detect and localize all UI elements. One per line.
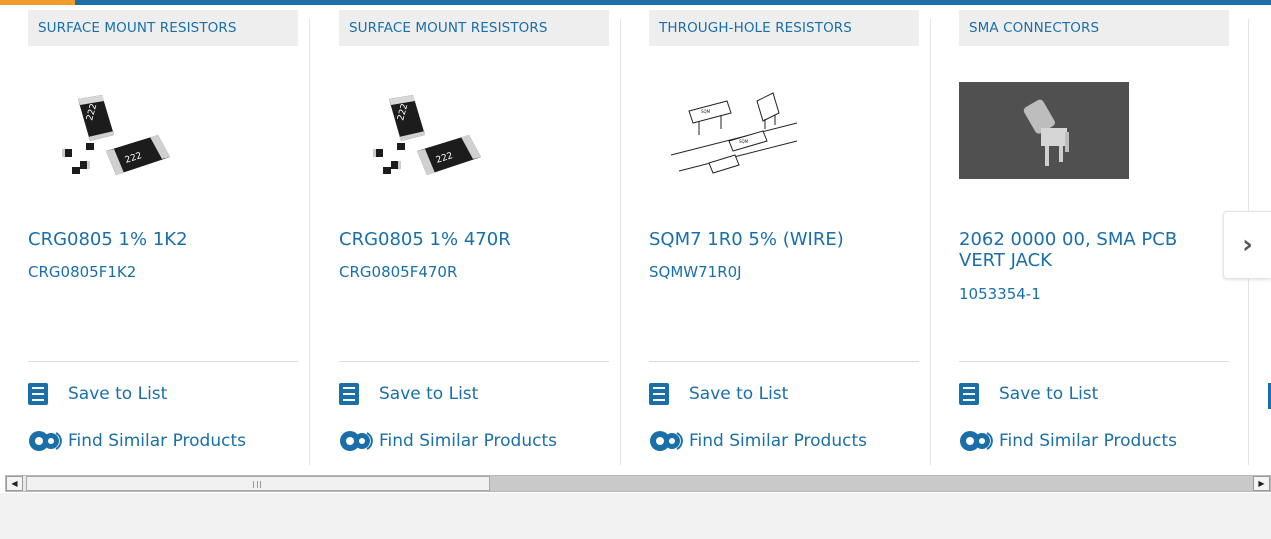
chevron-right-icon: › [1242,230,1253,260]
scrollbar-track[interactable] [490,476,1253,491]
find-similar-button[interactable]: Find Similar Products [649,429,867,453]
save-to-list-label: Save to List [379,384,479,404]
product-name-link[interactable]: 2062 0000 00, SMA PCB VERT JACK [959,229,1209,271]
product-card: SMA CONNECTORS 2062 0000 00, SMA PCB VER… [931,5,1241,465]
part-number-link[interactable]: SQMW71R0J [649,263,742,281]
category-label[interactable]: THROUGH-HOLE RESISTORS [649,10,919,46]
find-similar-button[interactable]: Find Similar Products [28,429,246,453]
divider [649,361,919,362]
save-to-list-button[interactable]: Save to List [28,383,167,405]
list-check-icon [28,383,48,405]
find-similar-label: Find Similar Products [689,431,867,451]
product-name-link[interactable]: SQM7 1R0 5% (WIRE) [649,229,899,250]
grip-icon [253,481,261,488]
product-name-link[interactable]: CRG0805 1% 470R [339,229,589,250]
save-to-list-label: Save to List [68,384,168,404]
part-number-link[interactable]: CRG0805F1K2 [28,263,136,281]
save-to-list-button[interactable]: Save to List [959,383,1098,405]
scroll-left-button[interactable]: ◀ [6,476,23,491]
gears-icon [650,431,683,451]
product-card: SURFACE MOUNT RESISTORS 222 222 CRG0805 … [0,5,310,465]
save-to-list-button[interactable]: Save to List [649,383,788,405]
horizontal-scrollbar[interactable]: ◀ ▶ [5,475,1271,492]
divider [959,361,1229,362]
divider [28,361,298,362]
svg-text:SQM: SQM [701,109,711,114]
list-check-icon [959,383,979,405]
divider [339,361,609,362]
category-label[interactable]: SMA CONNECTORS [959,10,1229,46]
part-number-link[interactable]: 1053354-1 [959,285,1041,303]
gears-icon [29,431,62,451]
product-name-link[interactable]: CRG0805 1% 1K2 [28,229,278,250]
wirewound-resistor-drawing[interactable]: SQM SQM [669,83,799,183]
find-similar-label: Find Similar Products [68,431,246,451]
category-label[interactable]: SURFACE MOUNT RESISTORS [28,10,298,46]
part-number-link[interactable]: CRG0805F470R [339,263,457,281]
product-card: THROUGH-HOLE RESISTORS SQM SQM SQM7 1R0 … [621,5,931,465]
save-to-list-label: Save to List [999,384,1099,404]
find-similar-label: Find Similar Products [999,431,1177,451]
gears-icon [960,431,993,451]
sma-connector-photo[interactable] [959,82,1129,179]
category-label[interactable]: SURFACE MOUNT RESISTORS [339,10,609,46]
scroll-right-button[interactable]: ▶ [1253,476,1270,491]
list-check-icon [339,383,359,405]
gears-icon [340,431,373,451]
list-check-icon [649,383,669,405]
save-to-list-button[interactable]: Save to List [339,383,478,405]
product-carousel: SURFACE MOUNT RESISTORS 222 222 CRG0805 … [0,5,1271,475]
smd-resistor-image[interactable]: 222 222 [359,83,489,183]
save-to-list-label: Save to List [689,384,789,404]
find-similar-label: Find Similar Products [379,431,557,451]
find-similar-button[interactable]: Find Similar Products [339,429,557,453]
arrow-left-icon: ◀ [11,479,18,488]
card-divider [309,19,310,465]
scrollbar-thumb[interactable] [26,476,490,491]
product-card: SURFACE MOUNT RESISTORS 222 222 CRG0805 … [311,5,621,465]
smd-resistor-image[interactable]: 222 222 [48,83,178,183]
find-similar-button[interactable]: Find Similar Products [959,429,1177,453]
svg-text:SQM: SQM [739,139,749,144]
arrow-right-icon: ▶ [1258,479,1265,488]
carousel-next-button[interactable]: › [1223,211,1271,279]
page-background [0,493,1271,539]
